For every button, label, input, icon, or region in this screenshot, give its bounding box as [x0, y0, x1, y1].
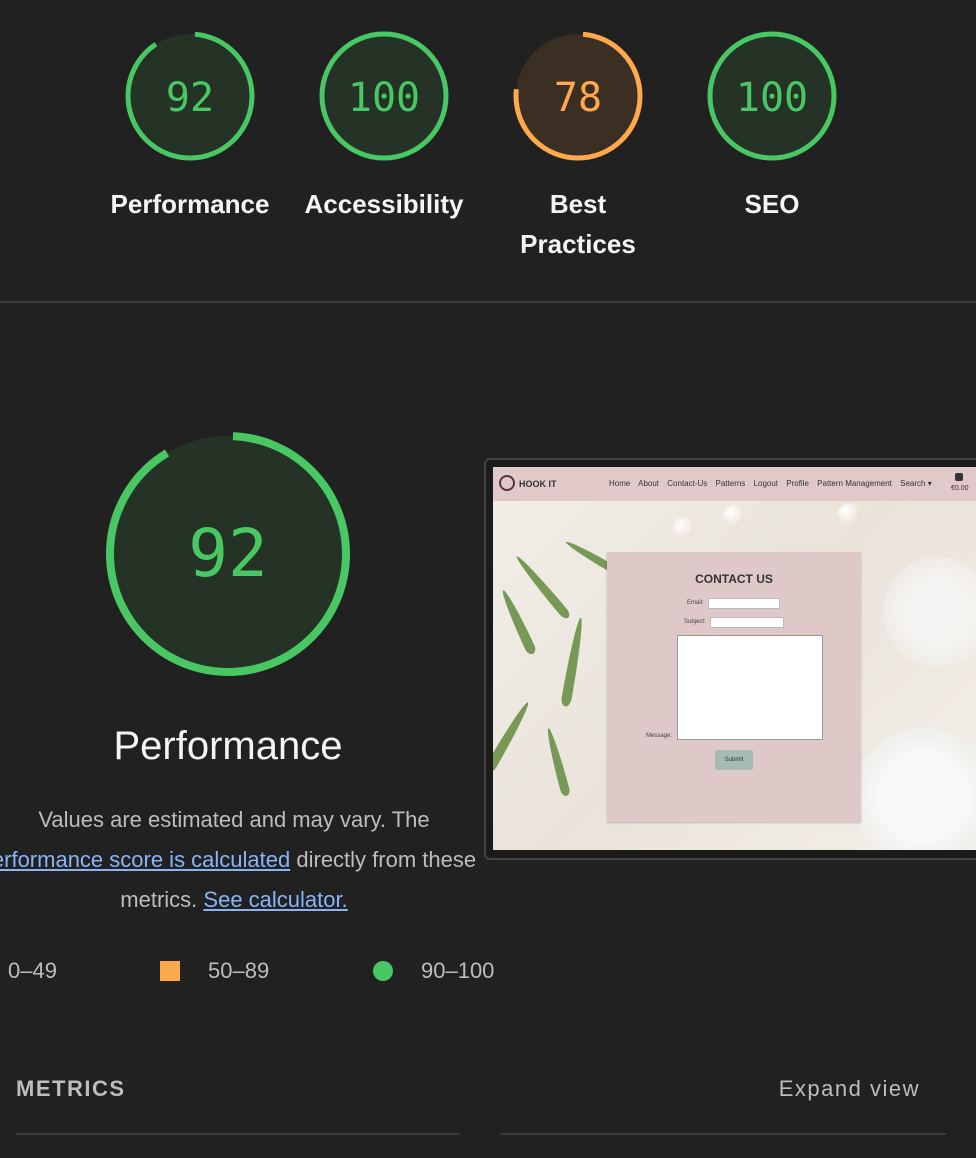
screenshot-nav-patterns: Patterns [715, 479, 746, 488]
screenshot-nav-search: Search ▾ [900, 479, 932, 488]
gauge-best-practices[interactable]: 78 Best Practices [488, 30, 668, 264]
screenshot-email-label: Email: [687, 600, 704, 606]
screenshot-email-field [708, 598, 780, 609]
screenshot-logo: HOOK IT [519, 479, 557, 489]
screenshot-navbar: HOOK IT Home About Contact-Us Patterns L… [493, 467, 976, 501]
gauge-accessibility-ring: 100 [319, 31, 449, 161]
see-calculator-link[interactable]: See calculator. [203, 887, 347, 912]
screenshot-form-title: CONTACT US [695, 572, 773, 586]
gauge-best-practices-ring: 78 [513, 31, 643, 161]
legend-pass-range: 90–100 [421, 958, 495, 983]
gauge-seo-label: SEO [744, 189, 800, 219]
gauge-best-practices-score: 78 [554, 75, 602, 121]
gauge-best-practices-label: Best Practices [520, 189, 636, 259]
screenshot-message-label: Message: [646, 733, 673, 739]
legend-pass-circle-icon [373, 961, 393, 981]
gauge-performance[interactable]: 92 Performance [100, 30, 280, 224]
gauge-seo-score: 100 [736, 75, 808, 121]
yarn-logo-icon [499, 475, 515, 491]
metrics-divider-left [16, 1133, 460, 1135]
screenshot-subject-label: Subject: [684, 619, 706, 625]
gauge-performance-score: 92 [166, 75, 214, 121]
performance-description: Values are estimated and may vary. The e… [0, 800, 484, 920]
screenshot-message-field [677, 635, 823, 740]
screenshot-nav-links: Home About Contact-Us Patterns Logout Pr… [609, 479, 938, 488]
gauge-seo[interactable]: 100 SEO [682, 30, 862, 224]
gauge-performance-ring: 92 [125, 31, 255, 161]
section-divider [0, 301, 976, 303]
expand-view-button[interactable]: Expand view [779, 1076, 920, 1102]
cart-bag-icon [955, 473, 963, 481]
gauge-accessibility-label: Accessibility [304, 189, 464, 219]
performance-gauge-large: 92 [104, 430, 352, 683]
metrics-divider-right [500, 1133, 946, 1135]
gauge-accessibility-score: 100 [348, 75, 420, 121]
gauge-seo-ring: 100 [707, 31, 837, 161]
screenshot-subject-field [710, 617, 784, 628]
page-screenshot: HOOK IT Home About Contact-Us Patterns L… [493, 467, 976, 850]
performance-title: Performance [113, 724, 343, 768]
desc-text-1: Values are estimated and may vary. The [38, 807, 430, 832]
performance-score-large: 92 [188, 515, 267, 592]
gauge-performance-label: Performance [110, 189, 270, 219]
score-legend: 0–49 50–89 90–100 [0, 956, 520, 986]
screenshot-contact-form: CONTACT US Email: Subject: Message: Subm… [607, 552, 861, 822]
screenshot-nav-profile: Profile [786, 479, 809, 488]
screenshot-cart-total: €0.00 [951, 485, 969, 492]
screenshot-nav-about: About [638, 479, 660, 488]
screenshot-nav-logout: Logout [753, 479, 779, 488]
gauge-accessibility[interactable]: 100 Accessibility [294, 30, 474, 224]
screenshot-nav-contact: Contact-Us [667, 479, 708, 488]
score-calculated-link[interactable]: erformance score is calculated [0, 847, 290, 872]
screenshot-nav-pattern-management: Pattern Management [817, 479, 892, 488]
legend-fail-range: 0–49 [8, 958, 57, 983]
legend-average-range: 50–89 [208, 958, 270, 983]
legend-average-square-icon [160, 961, 180, 981]
screenshot-submit-button: Submit [715, 750, 753, 770]
screenshot-nav-home: Home [609, 479, 631, 488]
metrics-heading: METRICS [16, 1076, 126, 1101]
